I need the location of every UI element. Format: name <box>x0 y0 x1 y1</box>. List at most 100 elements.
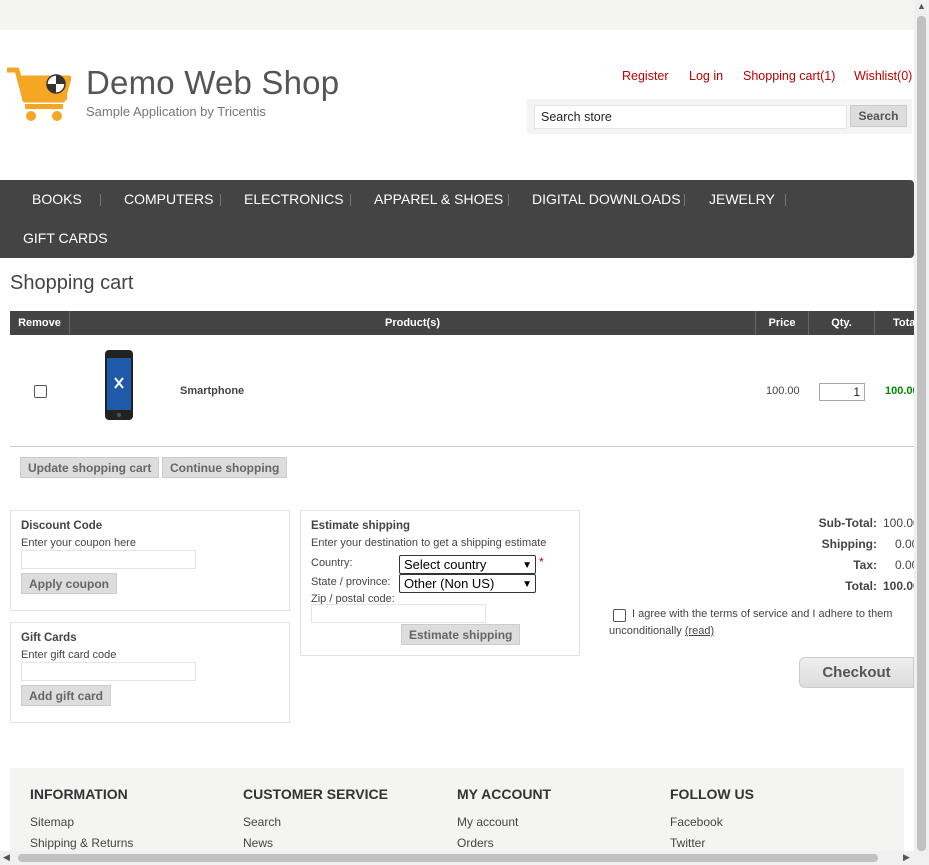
column-header-products: Product(s) <box>70 311 756 335</box>
gift-card-code-input[interactable] <box>21 662 196 681</box>
country-label: Country: <box>311 557 353 569</box>
subtotal-value: 100.00 <box>883 516 914 530</box>
chevron-down-icon: ▼ <box>522 579 532 590</box>
estimate-shipping-box: Estimate shipping Enter your destination… <box>300 510 580 656</box>
footer-column-title: FOLLOW US <box>670 786 754 802</box>
scroll-right-arrow-icon[interactable]: ▶ <box>903 852 910 863</box>
product-price: 100.00 <box>766 385 800 397</box>
menu-separator <box>785 194 786 206</box>
gift-cards-hint: Enter gift card code <box>21 649 117 661</box>
terms-text: I agree with the terms of service and I … <box>609 608 893 637</box>
site-title[interactable]: Demo Web Shop <box>86 64 339 102</box>
column-header-total: Total <box>893 317 914 329</box>
footer-column-customer-service: CUSTOMER SERVICE Search News <box>243 786 388 851</box>
footer-link-orders[interactable]: Orders <box>457 836 551 850</box>
vertical-scrollbar[interactable]: ▲ <box>914 0 929 851</box>
order-total-label: Total: <box>845 579 877 593</box>
tax-value: 0.00 <box>895 558 914 572</box>
state-select[interactable]: Other (Non US) ▼ <box>399 574 536 593</box>
menu-item-apparel-shoes[interactable]: APPAREL & SHOES <box>374 191 503 207</box>
horizontal-scrollbar[interactable]: ◀ ▶ <box>0 851 929 865</box>
terms-read-link[interactable]: (read) <box>685 625 714 637</box>
state-select-value: Other (Non US) <box>404 576 495 591</box>
footer-column-title: INFORMATION <box>30 786 128 802</box>
vertical-scroll-thumb[interactable] <box>917 16 926 851</box>
scroll-up-arrow-icon[interactable]: ▲ <box>917 1 926 11</box>
footer-link-search[interactable]: Search <box>243 815 388 829</box>
footer-column-my-account: MY ACCOUNT My account Orders <box>457 786 551 851</box>
site-subtitle: Sample Application by Tricentis <box>86 104 266 119</box>
footer: INFORMATION Sitemap Shipping & Returns C… <box>10 768 904 851</box>
footer-link-news[interactable]: News <box>243 836 388 850</box>
smartphone-product-image[interactable] <box>104 350 134 420</box>
apply-coupon-button[interactable]: Apply coupon <box>21 573 117 594</box>
horizontal-scroll-thumb[interactable] <box>18 854 878 862</box>
search-box: Search <box>527 99 912 134</box>
footer-column-title: MY ACCOUNT <box>457 786 552 802</box>
footer-link-sitemap[interactable]: Sitemap <box>30 815 133 829</box>
footer-link-twitter[interactable]: Twitter <box>670 836 754 850</box>
required-mark: * <box>539 555 544 569</box>
footer-column-title: CUSTOMER SERVICE <box>243 786 388 802</box>
product-line-total: 100.00 <box>885 385 914 397</box>
continue-shopping-button[interactable]: Continue shopping <box>162 457 288 478</box>
column-header-remove: Remove <box>10 311 70 335</box>
shipping-value: 0.00 <box>895 537 914 551</box>
header-links: Register Log in Shopping cart(1) Wishlis… <box>600 69 914 87</box>
top-menu: BOOKS COMPUTERS ELECTRONICS APPAREL & SH… <box>0 180 914 258</box>
browser-top-strip <box>0 0 914 30</box>
discount-title: Discount Code <box>21 520 103 532</box>
shopping-cart-logo-icon[interactable] <box>5 66 71 124</box>
footer-column-follow-us: FOLLOW US Facebook Twitter <box>670 786 754 851</box>
menu-separator <box>100 194 101 206</box>
order-total-value: 100.00 <box>883 579 914 593</box>
menu-separator <box>350 194 351 206</box>
row-divider <box>10 446 914 447</box>
footer-link-shipping-returns[interactable]: Shipping & Returns <box>30 836 133 850</box>
footer-link-facebook[interactable]: Facebook <box>670 815 754 829</box>
coupon-code-input[interactable] <box>21 550 196 569</box>
register-link[interactable]: Register <box>622 69 669 83</box>
estimate-shipping-hint: Enter your destination to get a shipping… <box>311 537 547 549</box>
remove-item-checkbox[interactable] <box>34 385 47 398</box>
shipping-label: Shipping: <box>821 537 877 551</box>
update-cart-button[interactable]: Update shopping cart <box>20 457 160 478</box>
quantity-input[interactable] <box>819 383 865 401</box>
subtotal-label: Sub-Total: <box>818 516 877 530</box>
cart-table-header: Remove Product(s) Price Qty. Total <box>10 311 914 335</box>
footer-link-my-account[interactable]: My account <box>457 815 551 829</box>
search-input[interactable] <box>534 105 847 129</box>
menu-item-digital-downloads[interactable]: DIGITAL DOWNLOADS <box>532 191 681 207</box>
menu-item-computers[interactable]: COMPUTERS <box>124 191 213 207</box>
estimate-shipping-button[interactable]: Estimate shipping <box>401 624 521 645</box>
tax-label: Tax: <box>853 558 877 572</box>
gift-cards-title: Gift Cards <box>21 632 77 644</box>
gift-cards-box: Gift Cards Enter gift card code Add gift… <box>10 622 290 723</box>
menu-separator <box>220 194 221 206</box>
estimate-shipping-title: Estimate shipping <box>311 520 411 532</box>
country-select-value: Select country <box>404 557 487 572</box>
menu-separator <box>684 194 685 206</box>
terms-of-service: I agree with the terms of service and I … <box>609 606 909 640</box>
login-link[interactable]: Log in <box>689 69 723 83</box>
menu-item-electronics[interactable]: ELECTRONICS <box>244 191 344 207</box>
menu-separator <box>508 194 509 206</box>
country-select[interactable]: Select country ▼ <box>399 555 536 574</box>
menu-item-books[interactable]: BOOKS <box>32 191 82 207</box>
zip-postal-code-input[interactable] <box>311 604 486 623</box>
page-title: Shopping cart <box>10 272 134 294</box>
chevron-down-icon: ▼ <box>522 560 532 571</box>
search-button[interactable]: Search <box>850 105 907 127</box>
product-name-link[interactable]: Smartphone <box>180 385 244 397</box>
menu-item-gift-cards[interactable]: GIFT CARDS <box>23 230 108 246</box>
discount-code-box: Discount Code Enter your coupon here App… <box>10 510 290 611</box>
checkout-button[interactable]: Checkout <box>799 657 914 688</box>
scroll-left-arrow-icon[interactable]: ◀ <box>3 852 10 863</box>
menu-item-jewelry[interactable]: JEWELRY <box>709 191 775 207</box>
column-header-price: Price <box>756 311 809 335</box>
discount-hint: Enter your coupon here <box>21 537 136 549</box>
shopping-cart-link[interactable]: Shopping cart(1) <box>743 69 835 83</box>
wishlist-link[interactable]: Wishlist(0) <box>854 69 912 83</box>
add-gift-card-button[interactable]: Add gift card <box>21 685 111 706</box>
column-header-qty: Qty. <box>809 311 875 335</box>
